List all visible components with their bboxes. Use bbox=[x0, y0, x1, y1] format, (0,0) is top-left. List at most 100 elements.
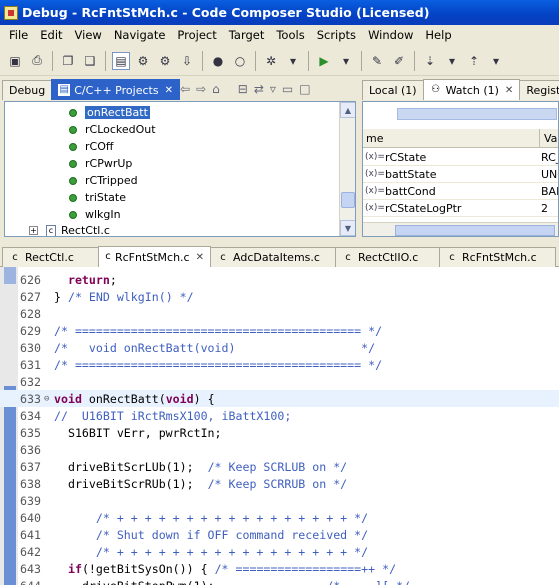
print-icon[interactable]: ⎙ bbox=[28, 52, 46, 70]
tree-file-node[interactable]: + c RectCtl.c bbox=[29, 222, 110, 236]
close-icon[interactable]: ✕ bbox=[165, 85, 173, 96]
watch-scrollbar[interactable] bbox=[363, 222, 558, 236]
code-line[interactable]: 639 bbox=[0, 492, 559, 509]
close-icon[interactable]: ✕ bbox=[505, 85, 513, 96]
dropdown-arrow-icon[interactable]: ▾ bbox=[443, 52, 461, 70]
debug-perspective-icon[interactable]: ▤ bbox=[112, 51, 130, 70]
run-icon[interactable]: ▶ bbox=[315, 52, 333, 70]
paste-icon[interactable]: ❑ bbox=[81, 52, 99, 70]
editor-tab[interactable]: c RectCtlIO.c bbox=[335, 247, 440, 267]
close-icon[interactable]: ✕ bbox=[196, 252, 204, 263]
menu-window[interactable]: Window bbox=[362, 28, 419, 42]
view-menu-icon[interactable]: ▿ bbox=[270, 82, 276, 96]
maximize-icon[interactable]: □ bbox=[299, 82, 310, 96]
toggle-breakpoint-icon[interactable]: ● bbox=[209, 52, 227, 70]
menu-scripts[interactable]: Scripts bbox=[311, 28, 362, 42]
code-line[interactable]: 627} /* END wlkgIn() */ bbox=[0, 288, 559, 305]
menu-help[interactable]: Help bbox=[419, 28, 457, 42]
tree-item[interactable]: wlkgIn bbox=[69, 206, 121, 223]
minimize-icon[interactable]: ▭ bbox=[282, 82, 293, 96]
scroll-down-icon[interactable]: ▼ bbox=[340, 220, 355, 236]
code-line[interactable]: 641 /* Shut down if OFF command received… bbox=[0, 526, 559, 543]
dropdown-arrow-icon[interactable]: ▾ bbox=[284, 52, 302, 70]
tree-item[interactable]: rCTripped bbox=[69, 172, 138, 189]
menu-edit[interactable]: Edit bbox=[34, 28, 68, 42]
debug-config-icon[interactable]: ✲ bbox=[262, 52, 280, 70]
line-number: 630 bbox=[20, 340, 41, 355]
tab-local[interactable]: Local (1) bbox=[362, 80, 424, 100]
code-line[interactable]: 626 return; bbox=[0, 271, 559, 288]
code-line[interactable]: 630 /* void onRectBatt(void) */ bbox=[0, 339, 559, 356]
home-icon[interactable]: ⌂ bbox=[212, 82, 220, 96]
scroll-up-icon[interactable]: ▲ bbox=[340, 102, 355, 118]
tab-registers[interactable]: Registers bbox=[519, 80, 559, 100]
code-text: void onRectBatt(void) { bbox=[54, 391, 215, 406]
editor-tab-active[interactable]: c RcFntStMch.c ✕ bbox=[98, 246, 211, 267]
code-line[interactable]: 636 bbox=[0, 441, 559, 458]
tree-item[interactable]: rCOff bbox=[69, 138, 113, 155]
prev-annotation-icon[interactable]: ⇡ bbox=[465, 52, 483, 70]
editor-tab[interactable]: c AdcDataItems.c bbox=[210, 247, 336, 267]
code-line[interactable]: 640 /* + + + + + + + + + + + + + + + + +… bbox=[0, 509, 559, 526]
tree-item[interactable]: rCPwrUp bbox=[69, 155, 132, 172]
tree-item[interactable]: onRectBatt bbox=[69, 104, 150, 121]
watch-hscroll[interactable] bbox=[397, 108, 557, 120]
code-line[interactable]: 637 driveBitScrLUb(1); /* Keep SCRLUB on… bbox=[0, 458, 559, 475]
code-line[interactable]: 628 bbox=[0, 305, 559, 322]
fold-icon[interactable]: ⊖ bbox=[44, 394, 49, 404]
column-divider[interactable] bbox=[539, 129, 540, 148]
next-annotation-icon[interactable]: ⇣ bbox=[421, 52, 439, 70]
build-icon[interactable]: ⚙ bbox=[134, 52, 152, 70]
watch-row[interactable]: (x)=rCState RC_ bbox=[363, 149, 558, 166]
code-line[interactable]: 644 driveBitStopPwm(1); /* ][ */ bbox=[0, 577, 559, 585]
save-icon[interactable]: ▣ bbox=[6, 52, 24, 70]
watch-row[interactable]: (x)=battCond BAD bbox=[363, 183, 558, 200]
collapse-all-icon[interactable]: ⊟ bbox=[238, 82, 248, 96]
code-line[interactable]: 629 /* ==================================… bbox=[0, 322, 559, 339]
dropdown-arrow-icon[interactable]: ▾ bbox=[487, 52, 505, 70]
tab-cpp-projects[interactable]: ▤ C/C++ Projects ✕ bbox=[51, 79, 180, 100]
editor-tab[interactable]: c RectCtl.c bbox=[2, 247, 99, 267]
menu-view[interactable]: View bbox=[69, 28, 108, 42]
code-line[interactable]: 632 bbox=[0, 373, 559, 390]
tab-watch[interactable]: ⚇ Watch (1) ✕ bbox=[422, 79, 521, 100]
remove-breakpoints-icon[interactable]: ○ bbox=[231, 52, 249, 70]
watch-row[interactable]: (x)=battState UNC bbox=[363, 166, 558, 183]
code-line[interactable]: 638 driveBitScrRUb(1); /* Keep SCRRUB on… bbox=[0, 475, 559, 492]
code-line[interactable]: 634 // U16BIT iRctRmsX100, iBattX100; bbox=[0, 407, 559, 424]
forward-icon[interactable]: ⇨ bbox=[196, 82, 206, 96]
dropdown-arrow-icon[interactable]: ▾ bbox=[337, 52, 355, 70]
code-editor[interactable]: 626 return; 627} /* END wlkgIn() */628 629… bbox=[0, 267, 559, 585]
rebuild-icon[interactable]: ⚙ bbox=[156, 52, 174, 70]
code-line[interactable]: 635 S16BIT vErr, pwrRctIn; bbox=[0, 424, 559, 441]
menu-file[interactable]: File bbox=[3, 28, 34, 42]
watch-row[interactable]: (x)= rCStateLogPtr 2 bbox=[363, 200, 558, 217]
editor-tab[interactable]: c RcFntStMch.c bbox=[439, 247, 556, 267]
copy-icon[interactable]: ❐ bbox=[59, 52, 77, 70]
code-line[interactable]: 633 ⊖ void onRectBatt(void) { bbox=[0, 390, 559, 407]
menu-project[interactable]: Project bbox=[171, 28, 222, 42]
tree-item[interactable]: rCLockedOut bbox=[69, 121, 156, 138]
tree-item[interactable]: triState bbox=[69, 189, 126, 206]
load-program-icon[interactable]: ⇩ bbox=[178, 52, 196, 70]
tree-scrollbar[interactable]: ▲ ▼ bbox=[339, 102, 355, 236]
expand-icon[interactable]: + bbox=[29, 226, 38, 235]
app-icon bbox=[4, 5, 18, 20]
code-line[interactable]: 643 if(!getBitSysOn()) { /* ============… bbox=[0, 560, 559, 577]
edit-icon[interactable]: ✎ bbox=[368, 52, 386, 70]
tab-label: Watch (1) bbox=[445, 83, 499, 97]
menu-navigate[interactable]: Navigate bbox=[108, 28, 172, 42]
column-value-header[interactable]: Val bbox=[544, 132, 558, 145]
menu-target[interactable]: Target bbox=[223, 28, 271, 42]
scroll-thumb[interactable] bbox=[341, 192, 355, 208]
code-line[interactable]: 642 /* + + + + + + + + + + + + + + + + +… bbox=[0, 543, 559, 560]
back-icon[interactable]: ⇦ bbox=[180, 82, 190, 96]
code-line[interactable]: 631 /* ==================================… bbox=[0, 356, 559, 373]
column-name-header[interactable]: me bbox=[366, 132, 383, 145]
link-editor-icon[interactable]: ⇄ bbox=[254, 82, 264, 96]
scroll-thumb[interactable] bbox=[395, 225, 555, 236]
function-icon bbox=[69, 108, 77, 117]
tab-debug[interactable]: Debug bbox=[2, 80, 53, 100]
pen-icon[interactable]: ✐ bbox=[390, 52, 408, 70]
menu-tools[interactable]: Tools bbox=[270, 28, 310, 42]
